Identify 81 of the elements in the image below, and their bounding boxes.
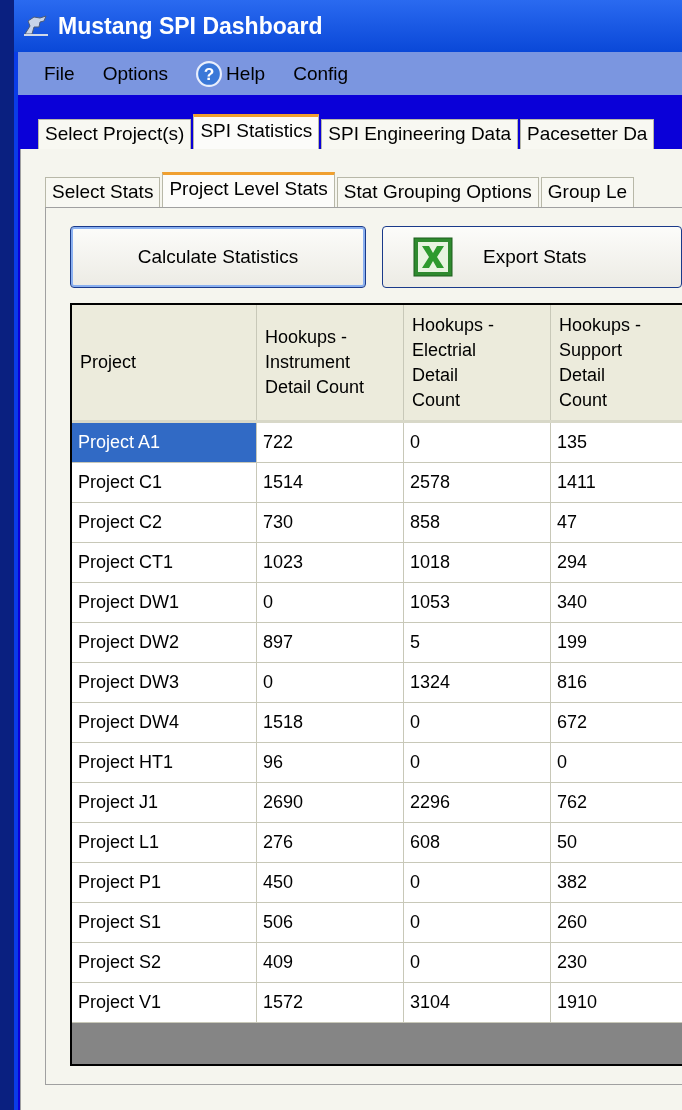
table-cell: 135 (551, 423, 682, 462)
table-cell: 1324 (404, 663, 551, 702)
table-cell: 276 (257, 823, 404, 862)
table-cell: 382 (551, 863, 682, 902)
table-cell: 1572 (257, 983, 404, 1022)
table-cell: 0 (257, 663, 404, 702)
table-cell: 1514 (257, 463, 404, 502)
table-cell: 1023 (257, 543, 404, 582)
table-cell: 2296 (404, 783, 551, 822)
table-cell: 730 (257, 503, 404, 542)
table-cell: 0 (404, 743, 551, 782)
table-cell: Project L1 (72, 823, 257, 862)
table-cell: 858 (404, 503, 551, 542)
table-cell: Project A1 (72, 423, 257, 462)
table-cell: 0 (404, 903, 551, 942)
table-cell: Project S1 (72, 903, 257, 942)
column-header[interactable]: Hookups - Electrial Detail Count (404, 305, 551, 420)
table-cell: Project J1 (72, 783, 257, 822)
table-cell: 96 (257, 743, 404, 782)
table-cell: Project DW4 (72, 703, 257, 742)
menu-item[interactable]: Options (90, 62, 181, 85)
menu-item[interactable]: Config (281, 62, 361, 85)
menu-item[interactable]: File (32, 62, 87, 85)
table-cell: 50 (551, 823, 682, 862)
window-title: Mustang SPI Dashboard (58, 12, 323, 40)
tab[interactable]: Select Project(s) (38, 119, 192, 149)
table-cell: 816 (551, 663, 682, 702)
table-cell: Project C2 (72, 503, 257, 542)
table-cell: 608 (404, 823, 551, 862)
tab[interactable]: SPI Statistics (193, 114, 320, 150)
calculate-button[interactable]: Calculate Statistics (70, 226, 366, 288)
table-cell: Project V1 (72, 983, 257, 1022)
table-cell: 3104 (404, 983, 551, 1022)
table-cell: 0 (404, 943, 551, 982)
table-cell: 2578 (404, 463, 551, 502)
table-cell: 0 (257, 583, 404, 622)
table-cell: 340 (551, 583, 682, 622)
tab[interactable]: Project Level Stats (162, 172, 335, 208)
table-cell: 199 (551, 623, 682, 662)
table-cell: 762 (551, 783, 682, 822)
table-cell: 294 (551, 543, 682, 582)
table-cell: 506 (257, 903, 404, 942)
column-header[interactable]: Hookups - Support Detail Count (551, 305, 682, 420)
table-cell: 47 (551, 503, 682, 542)
table-cell: 5 (404, 623, 551, 662)
table-cell: 0 (404, 863, 551, 902)
table-cell: 1518 (257, 703, 404, 742)
table-cell: Project DW3 (72, 663, 257, 702)
export-button[interactable]: Export Stats (382, 226, 682, 288)
table-cell: Project C1 (72, 463, 257, 502)
table-cell: 0 (404, 703, 551, 742)
spreadsheet-icon (413, 237, 453, 277)
table-cell: Project DW2 (72, 623, 257, 662)
table-cell: Project S2 (72, 943, 257, 982)
table-cell: 1053 (404, 583, 551, 622)
tab[interactable]: Pacesetter Da (520, 119, 655, 149)
help-menu-item[interactable]: ? Help (184, 60, 278, 87)
table-cell: 1411 (551, 463, 682, 502)
table-cell: 450 (257, 863, 404, 902)
table-cell: 1018 (404, 543, 551, 582)
table-cell: 260 (551, 903, 682, 942)
table-cell: Project HT1 (72, 743, 257, 782)
table-cell: Project DW1 (72, 583, 257, 622)
table-cell: 409 (257, 943, 404, 982)
table-cell: 2690 (257, 783, 404, 822)
tab[interactable]: Select Stats (45, 177, 161, 207)
tab[interactable]: SPI Engineering Data (321, 119, 519, 149)
table-cell: 0 (404, 423, 551, 462)
table-cell: Project CT1 (72, 543, 257, 582)
table-cell: 1910 (551, 983, 682, 1022)
column-header[interactable]: Project (72, 305, 257, 420)
table-cell: 230 (551, 943, 682, 982)
table-cell: 722 (257, 423, 404, 462)
help-icon: ? (196, 60, 223, 87)
table-cell: Project P1 (72, 863, 257, 902)
column-header[interactable]: Hookups - Instrument Detail Count (257, 305, 404, 420)
tab[interactable]: Stat Grouping Options (336, 177, 539, 207)
table-cell: 0 (551, 743, 682, 782)
table-cell: 672 (551, 703, 682, 742)
table-cell: 897 (257, 623, 404, 662)
tab[interactable]: Group Le (540, 177, 635, 207)
